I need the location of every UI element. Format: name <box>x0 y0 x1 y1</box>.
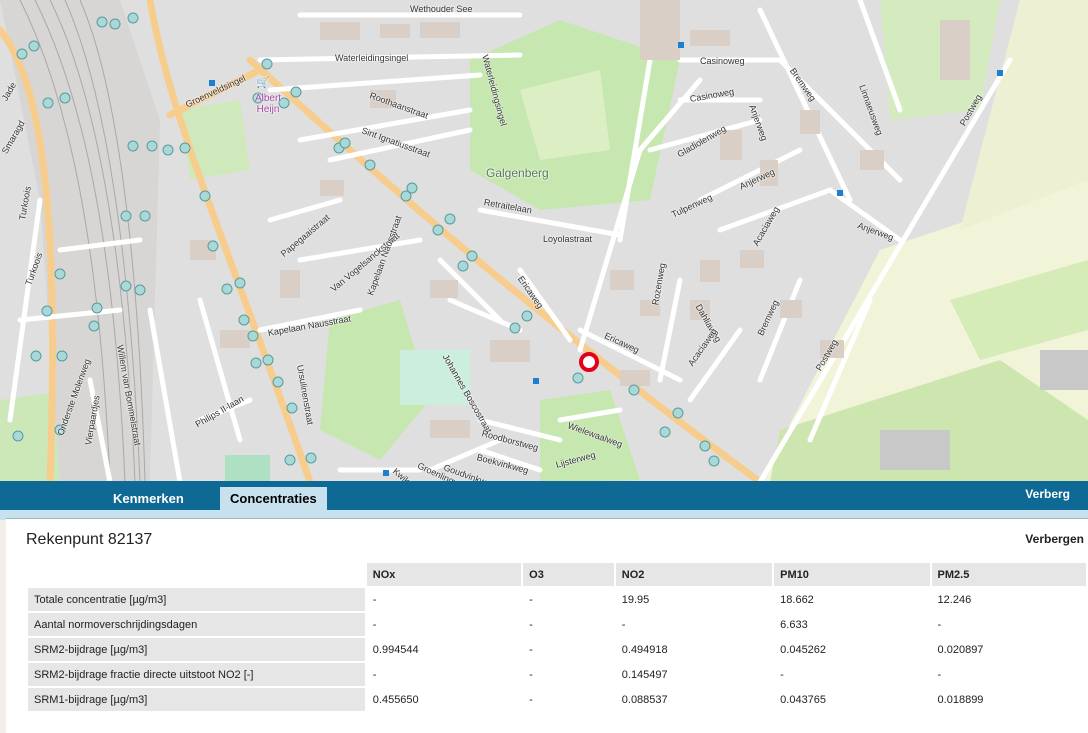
table-cell: - <box>523 663 614 686</box>
table-cell: 0.455650 <box>366 688 522 711</box>
col-header-pm25: PM2.5 <box>931 563 1086 586</box>
table-cell: 0.020897 <box>931 638 1086 661</box>
table-cell: - <box>523 613 614 636</box>
concentrations-table: NOx O3 NO2 PM10 PM2.5 Totale concentrati… <box>26 561 1088 713</box>
row-label: SRM2-bijdrage fractie directe uitstoot N… <box>28 663 365 686</box>
table-row: SRM2-bijdrage [µg/m3] 0.994544 - 0.49491… <box>28 638 1086 661</box>
tab-concentraties[interactable]: Concentraties <box>220 487 327 510</box>
row-label: SRM2-bijdrage [µg/m3] <box>28 638 365 661</box>
col-header-nox: NOx <box>366 563 522 586</box>
table-header-row: NOx O3 NO2 PM10 PM2.5 <box>28 563 1086 586</box>
table-cell: - <box>523 688 614 711</box>
table-cell: - <box>774 663 930 686</box>
table-cell: 0.145497 <box>615 663 773 686</box>
concentrations-panel: Rekenpunt 82137 Verbergen NOx O3 NO2 PM1… <box>6 518 1088 733</box>
table-cell: - <box>523 588 614 611</box>
table-row: SRM1-bijdrage [µg/m3] 0.455650 - 0.08853… <box>28 688 1086 711</box>
col-header-no2: NO2 <box>615 563 773 586</box>
table-cell: 0.045262 <box>774 638 930 661</box>
table-cell: 12.246 <box>931 588 1086 611</box>
panel-title: Rekenpunt 82137 <box>26 531 153 548</box>
tab-kenmerken[interactable]: Kenmerken <box>103 487 194 510</box>
table-cell: - <box>615 613 773 636</box>
map-view[interactable]: Wethouder See Waterleidingsingel Waterle… <box>0 0 1088 482</box>
table-cell: 19.95 <box>615 588 773 611</box>
col-header-pm10: PM10 <box>774 563 930 586</box>
street-label: Wethouder See <box>410 4 473 14</box>
shopping-cart-icon: 🛒 <box>256 77 270 89</box>
hide-panel-button[interactable]: Verbergen <box>1025 532 1084 546</box>
table-cell: 0.043765 <box>774 688 930 711</box>
hide-panel-link[interactable]: Verberg <box>1025 487 1070 501</box>
table-cell: 0.088537 <box>615 688 773 711</box>
table-cell: 0.494918 <box>615 638 773 661</box>
table-cell: - <box>523 638 614 661</box>
table-cell: 0.018899 <box>931 688 1086 711</box>
row-label: SRM1-bijdrage [µg/m3] <box>28 688 365 711</box>
table-cell: - <box>366 588 522 611</box>
bottom-tab-bar: Kenmerken Concentraties Verberg <box>0 481 1088 510</box>
table-header-blank <box>28 563 365 586</box>
table-cell: 6.633 <box>774 613 930 636</box>
table-row: Aantal normoverschrijdingsdagen - - - 6.… <box>28 613 1086 636</box>
poi-label-albert-heijn: Albert Heijn <box>254 93 282 115</box>
street-label: Casinoweg <box>700 56 745 66</box>
table-cell: - <box>366 613 522 636</box>
table-cell: - <box>931 613 1086 636</box>
street-label: Loyolastraat <box>543 234 593 244</box>
row-label: Aantal normoverschrijdingsdagen <box>28 613 365 636</box>
park-label: Galgenberg <box>486 166 549 180</box>
table-row: Totale concentratie [µg/m3] - - 19.95 18… <box>28 588 1086 611</box>
street-label: Waterleidingsingel <box>335 53 409 63</box>
table-cell: 0.994544 <box>366 638 522 661</box>
row-label: Totale concentratie [µg/m3] <box>28 588 365 611</box>
table-cell: - <box>366 663 522 686</box>
selected-point-marker <box>579 352 599 372</box>
table-cell: 18.662 <box>774 588 930 611</box>
table-cell: - <box>931 663 1086 686</box>
col-header-o3: O3 <box>523 563 614 586</box>
table-row: SRM2-bijdrage fractie directe uitstoot N… <box>28 663 1086 686</box>
